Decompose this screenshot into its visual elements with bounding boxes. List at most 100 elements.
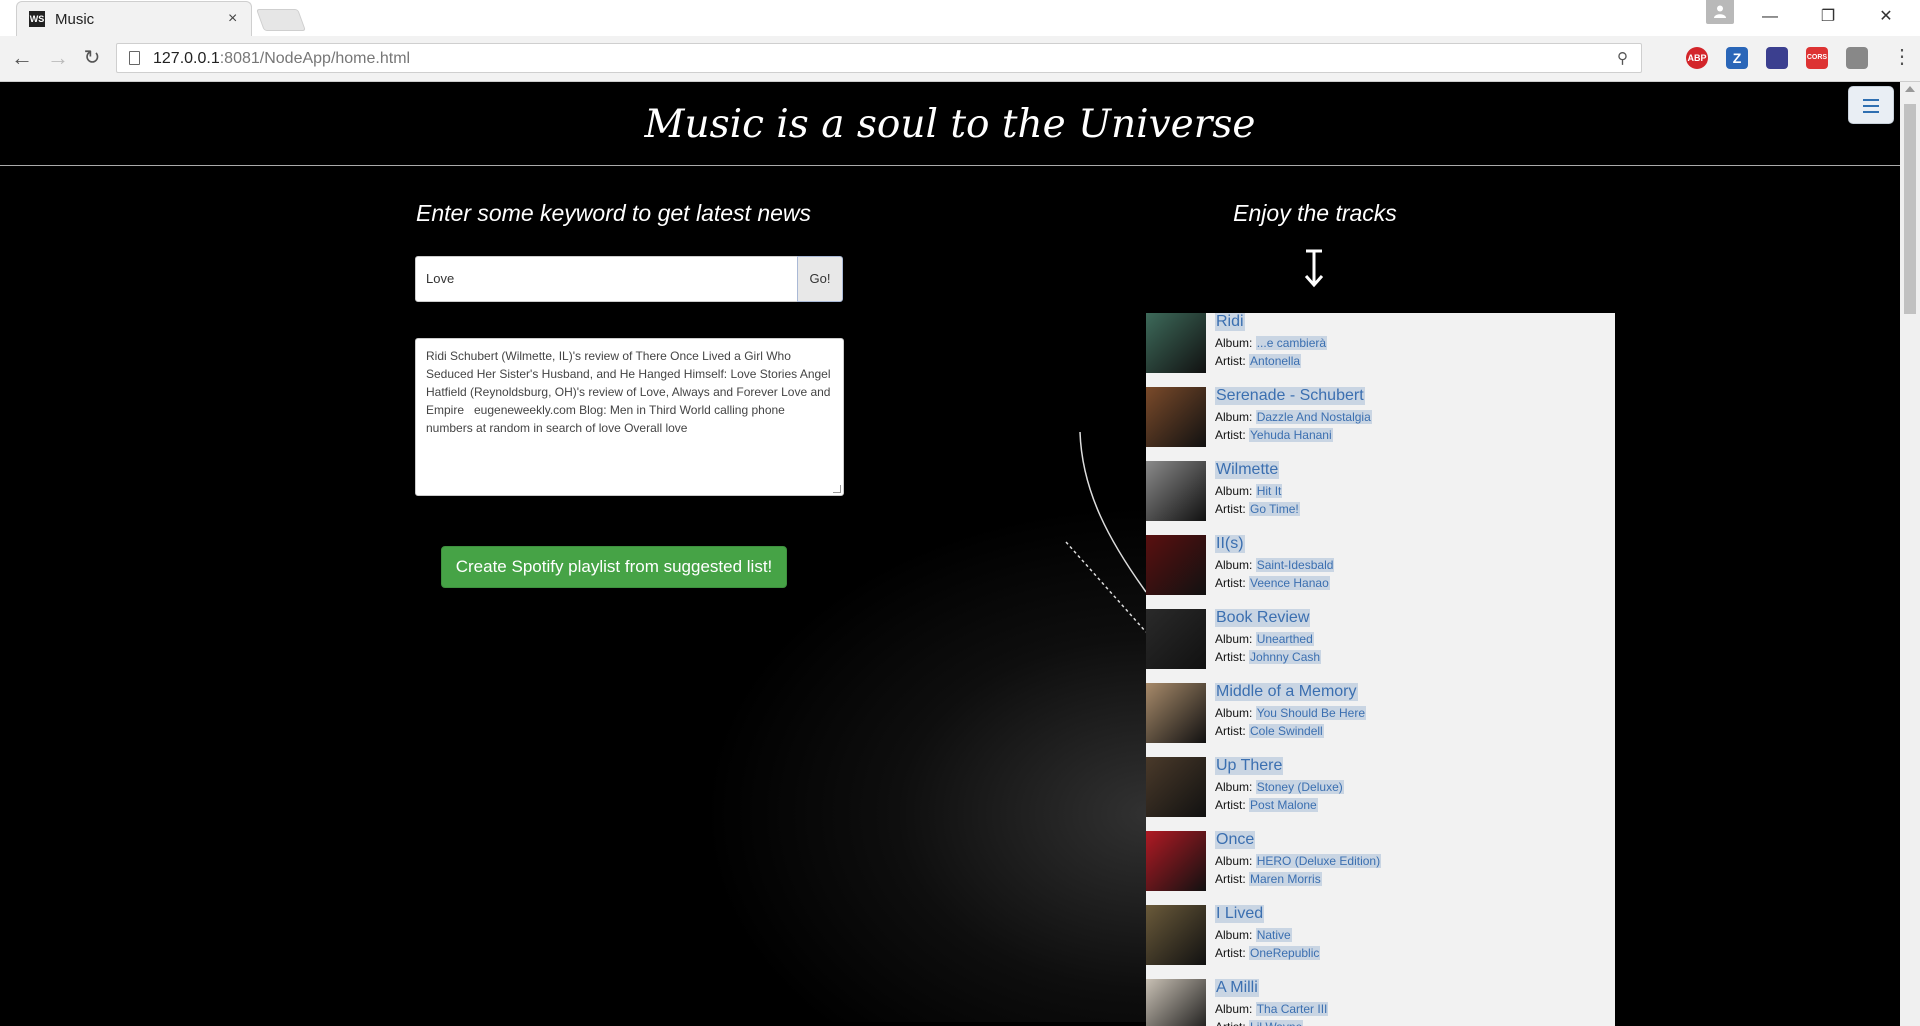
track-title[interactable]: A Milli (1215, 979, 1259, 997)
forward-arrow-icon[interactable]: → (46, 46, 70, 70)
artist-name[interactable]: Yehuda Hanani (1249, 428, 1333, 442)
album-art-image[interactable] (1146, 387, 1206, 447)
artist-label: Artist: (1215, 650, 1246, 664)
address-bar[interactable]: 127.0.0.1:8081/NodeApp/home.html ⚲ (116, 43, 1642, 73)
artist-label: Artist: (1215, 428, 1246, 442)
zotero-icon[interactable]: Z (1726, 47, 1748, 69)
profile-button[interactable] (1706, 0, 1734, 24)
track-artist-line: Artist: Veence Hanao (1215, 576, 1330, 591)
album-name[interactable]: ...e cambierà (1255, 336, 1328, 350)
track-item[interactable]: Up There Album: Stoney (Deluxe) Artist: Po… (1146, 757, 1615, 831)
window-close-button[interactable]: ✕ (1858, 0, 1914, 36)
album-name[interactable]: Saint-Idesbald (1255, 558, 1335, 572)
scroll-thumb[interactable] (1904, 104, 1916, 314)
browser-menu-icon[interactable]: ⋮ (1892, 44, 1912, 69)
album-art-image[interactable] (1146, 979, 1206, 1026)
close-tab-icon[interactable]: × (228, 10, 237, 28)
album-name[interactable]: You Should Be Here (1255, 706, 1367, 720)
track-title[interactable]: Up There (1215, 757, 1284, 775)
news-textarea[interactable]: Ridi Schubert (Wilmette, IL)'s review of… (415, 338, 844, 496)
album-art-image[interactable] (1146, 757, 1206, 817)
create-spotify-playlist-button[interactable]: Create Spotify playlist from suggested l… (441, 546, 787, 588)
album-label: Album: (1215, 854, 1253, 868)
scroll-up-arrow-icon[interactable] (1905, 86, 1915, 92)
reload-icon[interactable]: ↻ (80, 46, 104, 70)
track-album-line: Album: HERO (Deluxe Edition) (1215, 854, 1382, 869)
album-art-image[interactable] (1146, 461, 1206, 521)
resize-grip-icon[interactable] (833, 485, 841, 493)
artist-name[interactable]: Veence Hanao (1249, 576, 1330, 590)
album-name[interactable]: Unearthed (1255, 632, 1314, 646)
extension-puzzle-icon[interactable] (1846, 47, 1868, 69)
cors-extension-icon[interactable]: CORS (1806, 47, 1828, 69)
artist-name[interactable]: Maren Morris (1249, 872, 1322, 886)
adblock-plus-icon[interactable]: ABP (1686, 47, 1708, 69)
track-title[interactable]: I Lived (1215, 905, 1265, 923)
key-icon[interactable]: ⚲ (1617, 49, 1628, 67)
track-item[interactable]: Serenade - Schubert Album: Dazzle And Nos… (1146, 387, 1615, 461)
track-item[interactable]: A Milli Album: Tha Carter III Artist: Lil … (1146, 979, 1615, 1026)
album-art-image[interactable] (1146, 313, 1206, 373)
track-title[interactable]: Book Review (1215, 609, 1311, 627)
artist-label: Artist: (1215, 872, 1246, 886)
track-item[interactable]: Book Review Album: Unearthed Artist: Johnn… (1146, 609, 1615, 683)
track-title[interactable]: Middle of a Memory (1215, 683, 1358, 701)
track-item[interactable]: Ridi Album: ...e cambierà Artist: Antonell… (1146, 313, 1615, 387)
album-art-image[interactable] (1146, 609, 1206, 669)
track-item[interactable]: Once Album: HERO (Deluxe Edition) Artist: … (1146, 831, 1615, 905)
album-name[interactable]: Dazzle And Nostalgia (1255, 410, 1372, 424)
artist-name[interactable]: Post Malone (1249, 798, 1318, 812)
artist-name[interactable]: OneRepublic (1249, 946, 1321, 960)
album-label: Album: (1215, 336, 1253, 350)
track-title[interactable]: II(s) (1215, 535, 1245, 553)
url-text[interactable]: 127.0.0.1:8081/NodeApp/home.html (153, 50, 410, 68)
track-album-line: Album: Saint-Idesbald (1215, 558, 1335, 573)
track-title[interactable]: Ridi (1215, 313, 1245, 331)
artist-name[interactable]: Go Time! (1249, 502, 1300, 516)
track-item[interactable]: I Lived Album: Native Artist: OneRepublic (1146, 905, 1615, 979)
track-album-line: Album: Hit It (1215, 484, 1283, 499)
new-tab-button[interactable] (255, 9, 307, 31)
album-name[interactable]: Stoney (Deluxe) (1255, 780, 1344, 794)
track-album-line: Album: ...e cambierà (1215, 336, 1328, 351)
down-arrow-icon (1304, 249, 1324, 288)
album-name[interactable]: Tha Carter III (1255, 1002, 1329, 1016)
artist-label: Artist: (1215, 354, 1246, 368)
minimize-button[interactable]: — (1742, 0, 1798, 36)
album-label: Album: (1215, 706, 1253, 720)
page: Music is a soul to the Universe Enter so… (0, 82, 1900, 1026)
restore-button[interactable]: ❐ (1800, 0, 1856, 36)
album-art-image[interactable] (1146, 535, 1206, 595)
bookmark-extension-icon[interactable] (1766, 47, 1788, 69)
go-button[interactable]: Go! (797, 256, 843, 302)
album-art-image[interactable] (1146, 831, 1206, 891)
tab-music[interactable]: WS Music × (16, 1, 252, 36)
album-art-image[interactable] (1146, 905, 1206, 965)
hamburger-menu-icon[interactable] (1848, 86, 1894, 124)
artist-name[interactable]: Antonella (1249, 354, 1302, 368)
album-label: Album: (1215, 558, 1253, 572)
track-artist-line: Artist: Maren Morris (1215, 872, 1322, 887)
page-scrollbar[interactable] (1900, 82, 1920, 1026)
artist-label: Artist: (1215, 1020, 1246, 1026)
news-text: Ridi Schubert (Wilmette, IL)'s review of… (426, 349, 834, 435)
album-name[interactable]: Native (1255, 928, 1292, 942)
track-title[interactable]: Once (1215, 831, 1256, 849)
artist-name[interactable]: Cole Swindell (1249, 724, 1324, 738)
album-label: Album: (1215, 632, 1253, 646)
album-name[interactable]: HERO (Deluxe Edition) (1255, 854, 1382, 868)
album-name[interactable]: Hit It (1255, 484, 1283, 498)
back-arrow-icon[interactable]: ← (10, 46, 34, 70)
track-item[interactable]: Wilmette Album: Hit It Artist: Go Time! (1146, 461, 1615, 535)
track-title[interactable]: Wilmette (1215, 461, 1280, 479)
keyword-input[interactable]: Love (415, 256, 798, 302)
artist-name[interactable]: Lil Wayne (1249, 1020, 1304, 1026)
album-art-image[interactable] (1146, 683, 1206, 743)
track-artist-line: Artist: OneRepublic (1215, 946, 1321, 961)
page-info-icon[interactable] (129, 51, 140, 65)
artist-name[interactable]: Johnny Cash (1249, 650, 1322, 664)
track-item[interactable]: Middle of a Memory Album: You Should Be H… (1146, 683, 1615, 757)
track-item[interactable]: II(s) Album: Saint-Idesbald Artist: Veence… (1146, 535, 1615, 609)
track-title[interactable]: Serenade - Schubert (1215, 387, 1365, 405)
track-album-line: Album: Dazzle And Nostalgia (1215, 410, 1372, 425)
